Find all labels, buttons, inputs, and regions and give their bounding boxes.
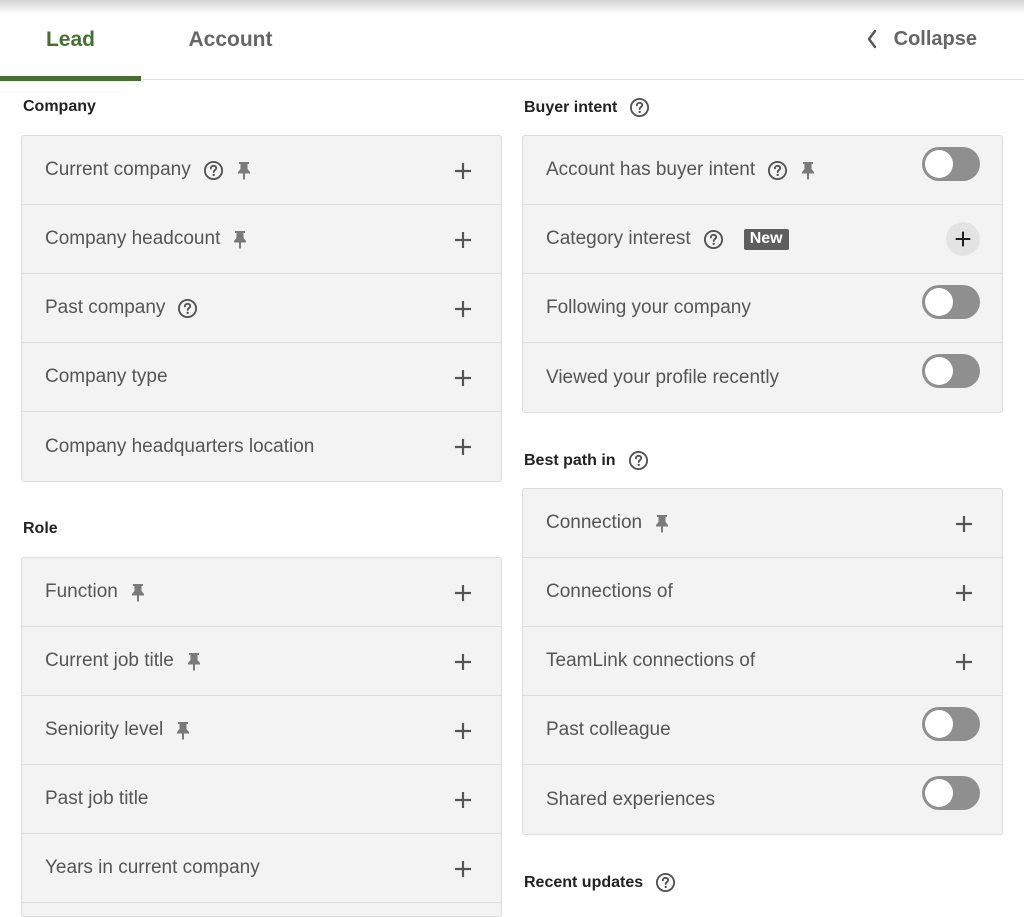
add-icon[interactable] — [451, 719, 475, 743]
row-label: TeamLink connections of — [546, 650, 756, 671]
row-label: Seniority level — [45, 719, 164, 740]
row-label: Following your company — [546, 297, 751, 318]
add-icon[interactable] — [952, 650, 976, 674]
add-icon[interactable] — [451, 581, 475, 605]
add-icon[interactable] — [946, 222, 980, 256]
pin-icon — [186, 651, 202, 671]
help-icon[interactable] — [203, 160, 224, 181]
add-icon[interactable] — [451, 650, 475, 674]
section-title: Recent updates — [524, 873, 644, 891]
filter-current-company[interactable]: Current company — [22, 136, 501, 205]
row-label: Years in current company — [45, 857, 260, 878]
filter-account-has-buyer-intent[interactable]: Account has buyer intent — [523, 136, 1002, 205]
filter-past-colleague[interactable]: Past colleague — [523, 696, 1002, 765]
tab-account[interactable]: Account — [160, 0, 301, 80]
section-heading-recent-updates: Recent updates — [524, 872, 676, 893]
add-icon[interactable] — [952, 512, 976, 536]
filter-seniority-level[interactable]: Seniority level — [22, 696, 501, 765]
row-label: Current job title — [45, 650, 174, 671]
add-icon[interactable] — [451, 159, 475, 183]
filter-current-job-title[interactable]: Current job title — [22, 627, 501, 696]
pin-icon — [800, 160, 816, 180]
row-label: Past job title — [45, 788, 149, 809]
add-icon[interactable] — [451, 857, 475, 881]
filter-following-your-company[interactable]: Following your company — [523, 274, 1002, 343]
add-icon[interactable] — [451, 297, 475, 321]
section-title: Company — [23, 98, 96, 115]
filter-category-interest[interactable]: Category interest New — [523, 205, 1002, 274]
section-heading-role: Role — [23, 520, 58, 538]
filter-company-hq-location[interactable]: Company headquarters location — [22, 412, 501, 481]
filter-company-headcount[interactable]: Company headcount — [22, 205, 501, 274]
filter-past-job-title[interactable]: Past job title — [22, 765, 501, 834]
section-heading-company: Company — [23, 98, 96, 116]
filter-past-company[interactable]: Past company — [22, 274, 501, 343]
row-label: Past colleague — [546, 719, 671, 740]
row-label: Function — [45, 581, 118, 602]
add-icon[interactable] — [451, 788, 475, 812]
filter-years-in-current-company[interactable]: Years in current company — [22, 834, 501, 903]
pin-icon — [232, 229, 248, 249]
buyer-intent-filter-group: Account has buyer intent Category intere… — [522, 135, 1003, 413]
filter-connection[interactable]: Connection — [523, 489, 1002, 558]
filter-company-type[interactable]: Company type — [22, 343, 501, 412]
pin-icon — [654, 513, 670, 533]
section-title: Best path in — [524, 451, 616, 469]
help-icon[interactable] — [655, 872, 676, 893]
section-title: Buyer intent — [524, 98, 618, 116]
toggle-switch[interactable] — [922, 354, 980, 388]
pin-icon — [175, 720, 191, 740]
toggle-switch[interactable] — [922, 147, 980, 181]
help-icon[interactable] — [629, 97, 650, 118]
toggle-switch[interactable] — [922, 285, 980, 319]
row-label: Company headcount — [45, 228, 221, 249]
filter-viewed-your-profile[interactable]: Viewed your profile recently — [523, 343, 1002, 412]
tab-lead[interactable]: Lead — [0, 0, 141, 81]
help-icon[interactable] — [177, 298, 198, 319]
toggle-knob — [925, 779, 953, 807]
collapse-button[interactable]: Collapse — [864, 27, 977, 51]
role-filter-group: Function Current job title Seniority lev… — [21, 557, 502, 917]
row-label: Company headquarters location — [45, 435, 315, 457]
row-label: Connection — [546, 512, 643, 533]
collapse-label: Collapse — [893, 27, 977, 50]
section-heading-best-path-in: Best path in — [524, 450, 649, 471]
toggle-knob — [925, 357, 953, 385]
section-title: Role — [23, 520, 58, 537]
help-icon[interactable] — [628, 450, 649, 471]
row-label: Category interest — [546, 228, 691, 249]
toggle-switch[interactable] — [922, 776, 980, 810]
filter-connections-of[interactable]: Connections of — [523, 558, 1002, 627]
add-icon[interactable] — [451, 228, 475, 252]
row-label: Past company — [45, 297, 166, 318]
best-path-filter-group: Connection Connections of TeamLink conne… — [522, 488, 1003, 835]
help-icon[interactable] — [703, 229, 724, 250]
add-icon[interactable] — [451, 366, 475, 390]
toggle-switch[interactable] — [922, 707, 980, 741]
toggle-knob — [925, 150, 953, 178]
filter-function[interactable]: Function — [22, 558, 501, 627]
pin-icon — [130, 582, 146, 602]
chevron-left-icon — [864, 27, 880, 51]
row-label: Company type — [45, 366, 168, 387]
row-label: Account has buyer intent — [546, 159, 756, 180]
row-label: Connections of — [546, 581, 673, 602]
toggle-knob — [925, 710, 953, 738]
pin-icon — [236, 160, 252, 180]
filter-teamlink-connections-of[interactable]: TeamLink connections of — [523, 627, 1002, 696]
new-badge: New — [743, 228, 789, 250]
company-filter-group: Current company Company headcount Past c… — [21, 135, 502, 482]
add-icon[interactable] — [451, 435, 475, 459]
row-label: Shared experiences — [546, 788, 715, 810]
section-heading-buyer-intent: Buyer intent — [524, 97, 650, 118]
filter-shared-experiences[interactable]: Shared experiences — [523, 765, 1002, 834]
tab-bar: Lead Account Collapse — [0, 0, 1024, 81]
help-icon[interactable] — [767, 160, 788, 181]
add-icon[interactable] — [952, 581, 976, 605]
row-label: Viewed your profile recently — [546, 366, 780, 388]
row-label: Current company — [45, 159, 191, 180]
toggle-knob — [925, 288, 953, 316]
